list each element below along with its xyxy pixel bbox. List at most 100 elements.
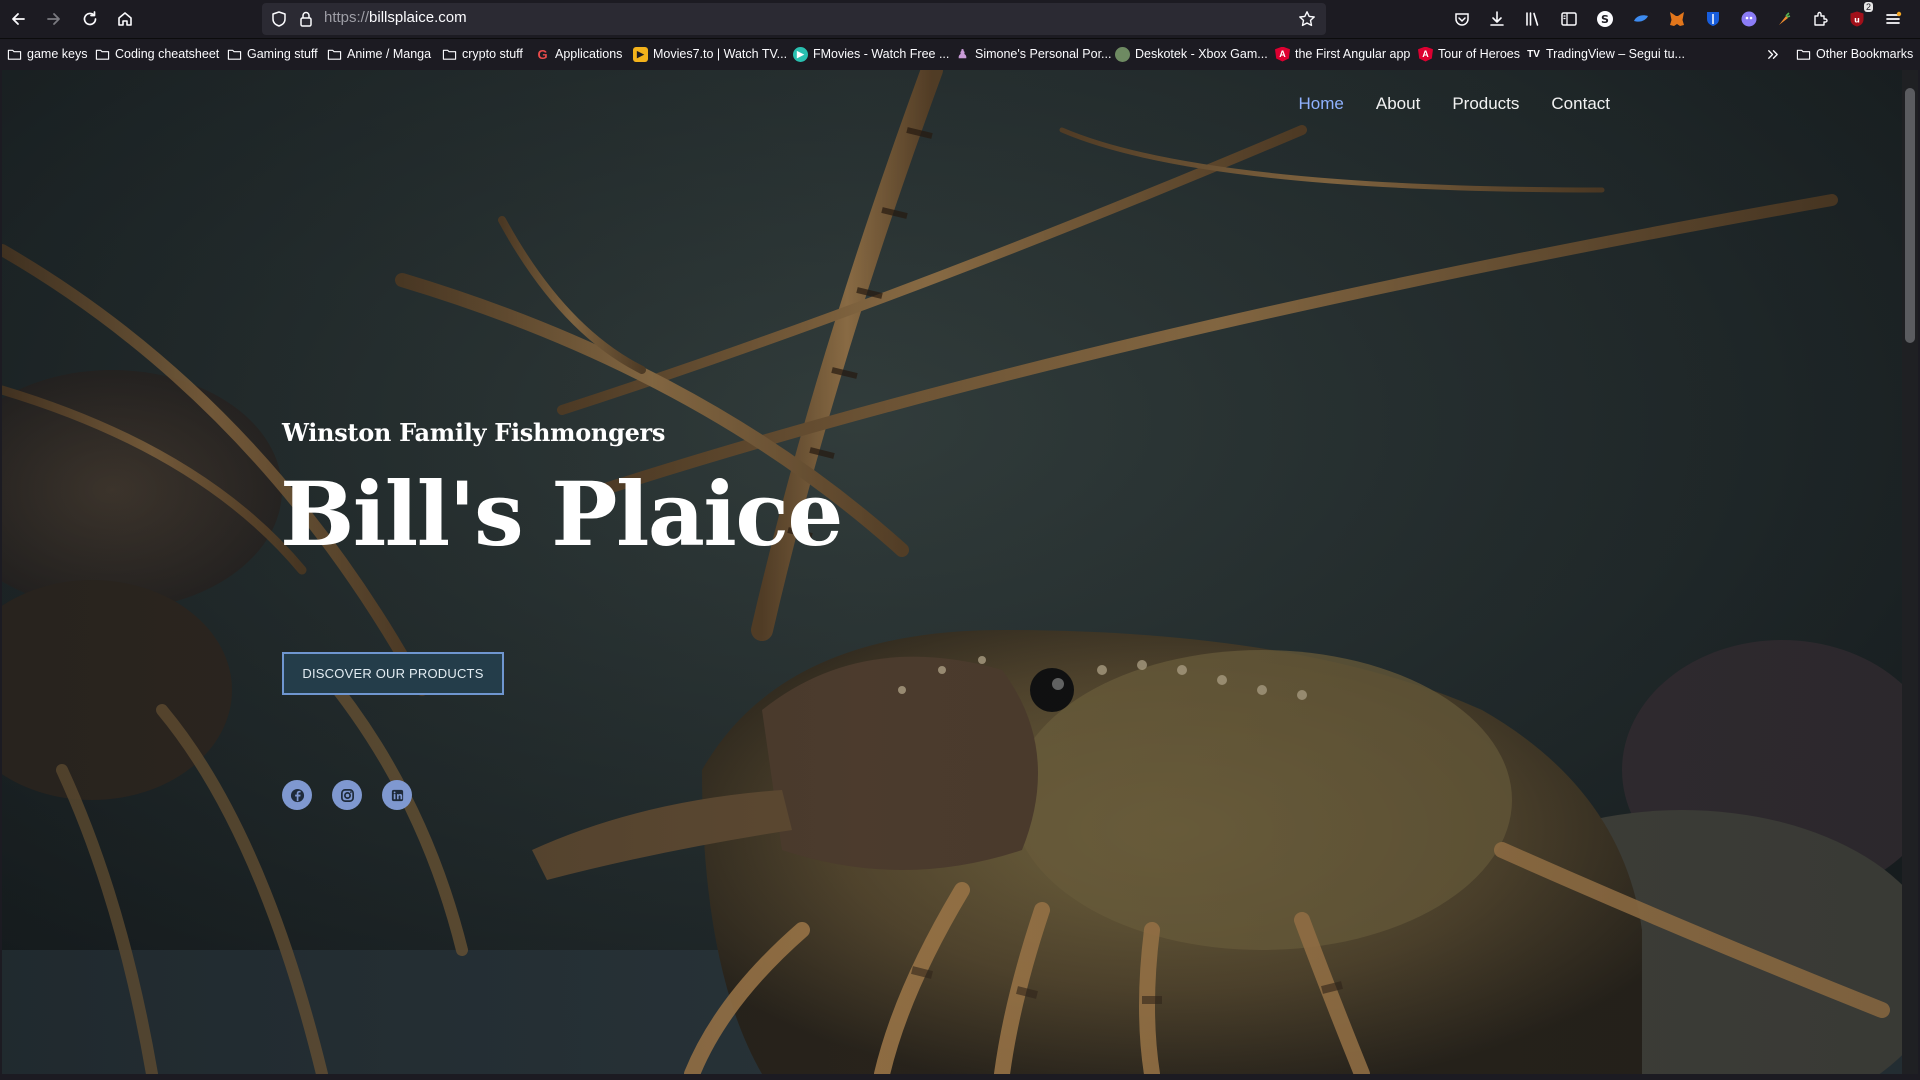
reload-icon: [83, 11, 97, 26]
extension-cloud-button[interactable]: [1630, 8, 1652, 30]
web-page-viewport: Home About Products Contact Winston Fami…: [2, 70, 1902, 1074]
facebook-link[interactable]: [282, 780, 312, 810]
bookmark-label: Applications: [555, 47, 623, 61]
folder-icon: [227, 49, 242, 60]
ublock-shield-icon: u: [1850, 11, 1864, 27]
fox-icon: [1670, 12, 1684, 26]
bookmark-movies7[interactable]: ▶ Movies7.to | Watch TV...: [633, 44, 787, 64]
scrollbar-thumb[interactable]: [1905, 88, 1915, 343]
instagram-icon: [340, 788, 354, 802]
hero-title: Bill's Plaice: [280, 462, 843, 566]
url-protocol: https://: [324, 9, 370, 26]
library-button[interactable]: [1522, 8, 1544, 30]
tradingview-favicon-icon: TV: [1527, 48, 1540, 60]
bookmark-fmovies[interactable]: ▶ FMovies - Watch Free ...: [793, 44, 949, 64]
s-extension-icon: S: [1597, 11, 1613, 27]
chevron-double-right-icon: [1768, 49, 1778, 59]
bookmark-label: Movies7.to | Watch TV...: [653, 47, 788, 61]
movies-favicon-icon: ▶: [633, 46, 648, 62]
bookmark-applications[interactable]: G Applications: [535, 44, 622, 64]
sidebar-icon: [1561, 12, 1577, 26]
sidebar-button[interactable]: [1558, 8, 1580, 30]
bookmark-label: Gaming stuff: [247, 47, 318, 61]
play-favicon-icon: ▶: [793, 46, 808, 62]
bookmark-label: the First Angular app: [1295, 47, 1411, 61]
svg-text:u: u: [1854, 16, 1860, 25]
bookmark-star-icon[interactable]: [1298, 10, 1316, 28]
pocket-button[interactable]: [1451, 8, 1473, 30]
forward-arrow-icon: [47, 13, 60, 25]
person-favicon-icon: ♟: [957, 47, 968, 61]
download-icon: [1490, 11, 1504, 26]
hero-overlay: [2, 70, 1902, 1074]
bookmark-folder-crypto-stuff[interactable]: crypto stuff: [442, 44, 523, 64]
bookmark-label: FMovies - Watch Free ...: [813, 47, 950, 61]
url-text[interactable]: https://billsplaice.com: [324, 9, 467, 26]
url-bar[interactable]: https://billsplaice.com: [262, 3, 1326, 35]
bookmarks-toolbar: game keys Coding cheatsheet Gaming stuff…: [0, 39, 1920, 69]
browser-window: https://billsplaice.com S u 2 game keys …: [0, 0, 1920, 1080]
bookmark-tour-of-heroes[interactable]: A Tour of Heroes: [1418, 44, 1520, 64]
back-arrow-icon: [12, 13, 25, 25]
shield-extension-icon: [1707, 12, 1719, 26]
nav-products[interactable]: Products: [1452, 94, 1519, 114]
folder-icon: [327, 49, 342, 60]
downloads-button[interactable]: [1486, 8, 1508, 30]
tracking-protection-shield-icon[interactable]: [270, 10, 288, 28]
angular-favicon-icon: A: [1418, 46, 1433, 62]
bookmark-label: Tour of Heroes: [1438, 47, 1520, 61]
bookmark-simone-portfolio[interactable]: ♟ Simone's Personal Por...: [955, 44, 1111, 64]
site-navigation: Home About Products Contact: [1299, 94, 1610, 114]
bitwarden-button[interactable]: [1702, 8, 1724, 30]
reload-button[interactable]: [77, 6, 103, 32]
nav-contact[interactable]: Contact: [1551, 94, 1610, 114]
discover-products-button[interactable]: DISCOVER OUR PRODUCTS: [282, 652, 504, 695]
bookmarks-overflow-button[interactable]: [1765, 44, 1780, 64]
pocket-icon: [1455, 13, 1469, 26]
bookmark-first-angular-app[interactable]: Athe First Angular app: [1275, 44, 1410, 64]
g-favicon-icon: G: [537, 46, 548, 62]
svg-text:S: S: [1601, 13, 1609, 26]
folder-icon: [7, 49, 22, 60]
extension-ghost-button[interactable]: [1738, 8, 1760, 30]
nav-about[interactable]: About: [1376, 94, 1420, 114]
bookmark-label: TradingView – Segui tu...: [1546, 47, 1685, 61]
page-scrollbar[interactable]: [1902, 70, 1918, 1074]
facebook-icon: [290, 788, 304, 802]
linkedin-icon: [391, 789, 403, 801]
folder-icon: [442, 49, 457, 60]
nav-home[interactable]: Home: [1299, 94, 1344, 114]
folder-icon: [95, 49, 110, 60]
metamask-button[interactable]: [1666, 8, 1688, 30]
lock-icon[interactable]: [297, 10, 315, 28]
app-menu-button[interactable]: [1882, 8, 1904, 30]
bookmark-folder-coding-cheatsheet[interactable]: Coding cheatsheet: [95, 44, 219, 64]
extension-carrot-button[interactable]: [1773, 8, 1795, 30]
extensions-button[interactable]: [1810, 8, 1832, 30]
carrot-extension-icon: [1779, 12, 1791, 25]
home-button[interactable]: [112, 6, 138, 32]
notification-badge: 2: [1863, 2, 1873, 12]
home-icon: [118, 12, 132, 26]
bookmark-deskotek[interactable]: Deskotek - Xbox Gam...: [1115, 44, 1268, 64]
url-host: billsplaice.com: [369, 9, 467, 26]
browser-toolbar: https://billsplaice.com S u 2: [0, 0, 1920, 39]
bookmark-label: crypto stuff: [462, 47, 523, 61]
linkedin-link[interactable]: [382, 780, 412, 810]
other-bookmarks-folder[interactable]: Other Bookmarks: [1796, 44, 1913, 64]
bookmark-folder-gaming-stuff[interactable]: Gaming stuff: [227, 44, 318, 64]
bookmark-folder-anime-manga[interactable]: Anime / Manga: [327, 44, 431, 64]
instagram-link[interactable]: [332, 780, 362, 810]
hero-subtitle: Winston Family Fishmongers: [282, 418, 666, 447]
bookmark-tradingview[interactable]: TV TradingView – Segui tu...: [1526, 44, 1685, 64]
back-button[interactable]: [5, 6, 31, 32]
bookmark-label: Simone's Personal Por...: [975, 47, 1112, 61]
bookmark-label: game keys: [27, 47, 88, 61]
forward-button[interactable]: [41, 6, 67, 32]
puzzle-piece-icon: [1814, 11, 1828, 26]
ublock-button[interactable]: u 2: [1846, 2, 1873, 30]
bookmark-folder-game-keys[interactable]: game keys: [7, 44, 87, 64]
extension-s-button[interactable]: S: [1594, 8, 1616, 30]
ghost-extension-icon: [1741, 11, 1757, 27]
bookmark-label: Deskotek - Xbox Gam...: [1135, 47, 1268, 61]
